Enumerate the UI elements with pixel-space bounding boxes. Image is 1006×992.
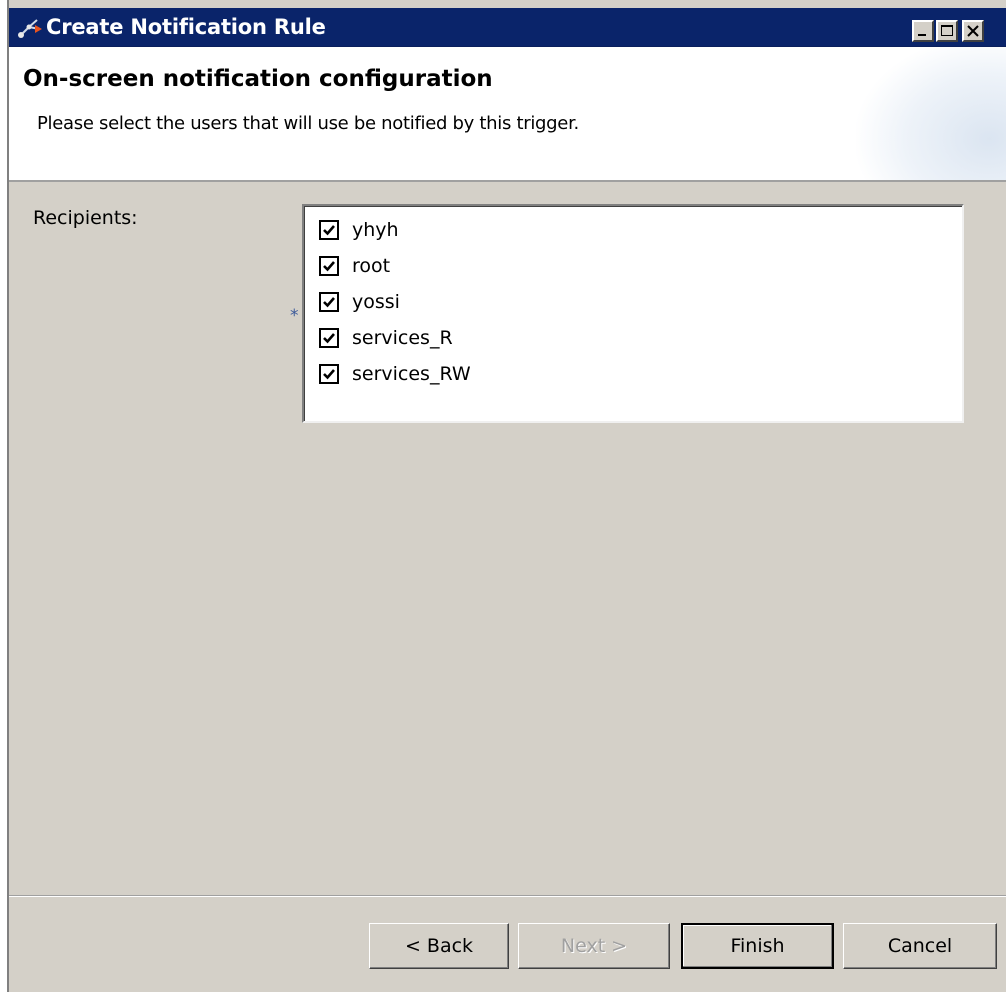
minimize-button[interactable] <box>912 20 934 42</box>
recipient-label: services_R <box>352 327 453 349</box>
header-decoration <box>856 47 1006 180</box>
checkmark-icon <box>323 225 335 236</box>
close-icon <box>967 25 979 37</box>
recipient-label: yhyh <box>352 219 399 241</box>
dialog-window: Create Notification Rule On-screen notif… <box>7 0 1006 992</box>
recipient-label: services_RW <box>352 363 471 385</box>
page-title: On-screen notification configuration <box>23 66 493 92</box>
app-icon <box>17 16 43 40</box>
title-bar[interactable]: Create Notification Rule <box>9 8 1006 47</box>
recipient-checkbox[interactable] <box>319 328 339 348</box>
back-button[interactable]: < Back <box>369 923 509 969</box>
maximize-button[interactable] <box>936 20 958 42</box>
footer-separator <box>9 895 1006 897</box>
recipient-checkbox[interactable] <box>319 220 339 240</box>
recipient-checkbox[interactable] <box>319 364 339 384</box>
recipient-checkbox[interactable] <box>319 292 339 312</box>
recipients-list-inner: yhyh root yossi services_R services_RW <box>304 206 962 421</box>
close-window-button[interactable] <box>962 20 984 42</box>
recipient-item[interactable]: services_RW <box>319 359 471 389</box>
wizard-header: On-screen notification configuration Ple… <box>9 47 1006 182</box>
checkmark-icon <box>323 297 335 308</box>
recipient-checkbox[interactable] <box>319 256 339 276</box>
minimize-icon <box>918 34 926 36</box>
checkmark-icon <box>323 261 335 272</box>
page-description: Please select the users that will use be… <box>37 113 579 134</box>
recipient-item[interactable]: services_R <box>319 323 453 353</box>
recipient-item[interactable]: yossi <box>319 287 400 317</box>
recipients-label: Recipients: <box>33 207 138 229</box>
recipients-list[interactable]: yhyh root yossi services_R services_RW <box>302 204 964 423</box>
finish-button[interactable]: Finish <box>681 923 834 969</box>
maximize-icon <box>941 25 953 36</box>
recipient-label: root <box>352 255 391 277</box>
recipient-label: yossi <box>352 291 400 313</box>
window-title: Create Notification Rule <box>46 15 326 39</box>
checkmark-icon <box>323 333 335 344</box>
recipient-item[interactable]: yhyh <box>319 215 399 245</box>
cancel-button[interactable]: Cancel <box>843 923 997 969</box>
recipient-item[interactable]: root <box>319 251 390 281</box>
next-button[interactable]: Next > <box>518 923 670 969</box>
required-marker: * <box>290 306 299 326</box>
checkmark-icon <box>323 369 335 380</box>
